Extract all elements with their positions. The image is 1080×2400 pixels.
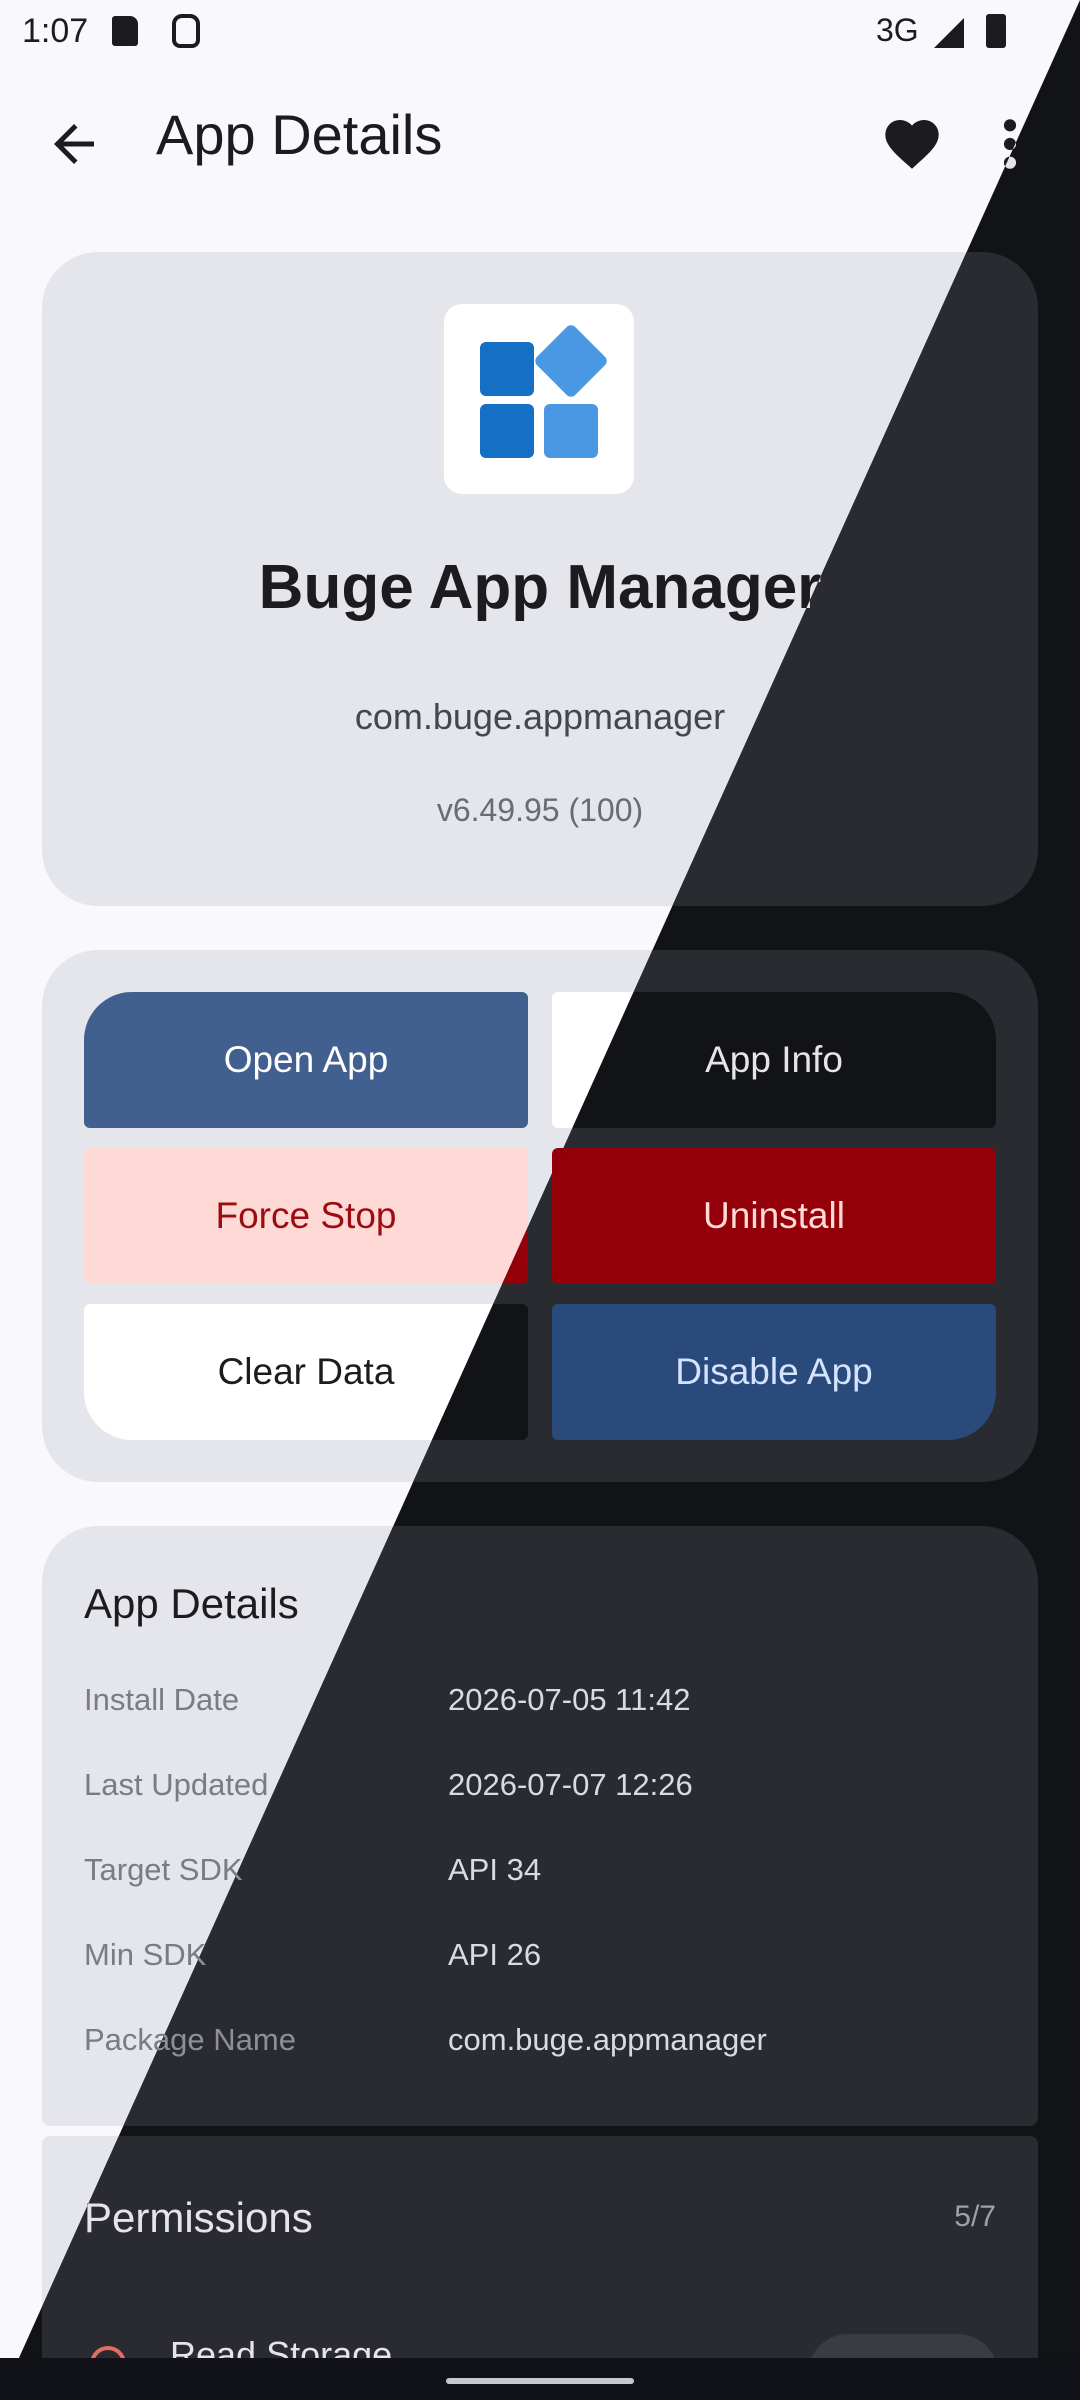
detail-value: API 26 xyxy=(448,1937,542,1972)
force-stop-button[interactable]: Force Stop xyxy=(84,1148,528,1284)
sd-card-icon xyxy=(112,16,138,46)
app-icon-diamond xyxy=(532,322,610,400)
disable-app-button[interactable]: Disable App xyxy=(552,1304,996,1440)
app-icon-square xyxy=(480,404,534,458)
detail-label: Install Date xyxy=(84,1682,240,1717)
detail-label: Target SDK xyxy=(84,1852,243,1887)
detail-value: com.buge.appmanager xyxy=(448,2022,767,2057)
gesture-nav-bar xyxy=(0,2358,1080,2400)
back-arrow-icon[interactable] xyxy=(44,114,104,174)
screen: 1:07 3G App Details Buge App Manager com… xyxy=(0,0,1080,2400)
app-bar: App Details xyxy=(0,64,1080,224)
app-icon-square xyxy=(544,404,598,458)
page-title: App Details xyxy=(156,103,443,166)
detail-row: Min SDK API 26 xyxy=(84,1937,984,1997)
uninstall-button[interactable]: Uninstall xyxy=(552,1148,996,1284)
status-time: 1:07 xyxy=(22,12,89,50)
detail-label: Last Updated xyxy=(84,1767,269,1802)
app-icon-square xyxy=(480,342,534,396)
android-debug-icon xyxy=(172,14,200,48)
signal-icon xyxy=(934,18,964,48)
open-app-button[interactable]: Open App xyxy=(84,992,528,1128)
battery-icon xyxy=(986,14,1006,48)
network-type: 3G xyxy=(876,12,919,48)
status-bar: 1:07 3G xyxy=(0,0,1080,64)
detail-value: 2026-07-05 11:42 xyxy=(448,1682,691,1717)
permissions-title: Permissions xyxy=(84,2194,313,2241)
permissions-count: 5/7 xyxy=(954,2200,996,2233)
heart-icon[interactable] xyxy=(880,112,944,176)
detail-label: Min SDK xyxy=(84,1937,207,1972)
detail-value: API 34 xyxy=(448,1852,542,1887)
nav-handle[interactable] xyxy=(446,2378,634,2384)
details-title: App Details xyxy=(84,1580,299,1627)
detail-value: 2026-07-07 12:26 xyxy=(448,1767,693,1802)
detail-row: Package Name com.buge.appmanager xyxy=(84,2022,984,2082)
app-icon xyxy=(444,304,634,494)
